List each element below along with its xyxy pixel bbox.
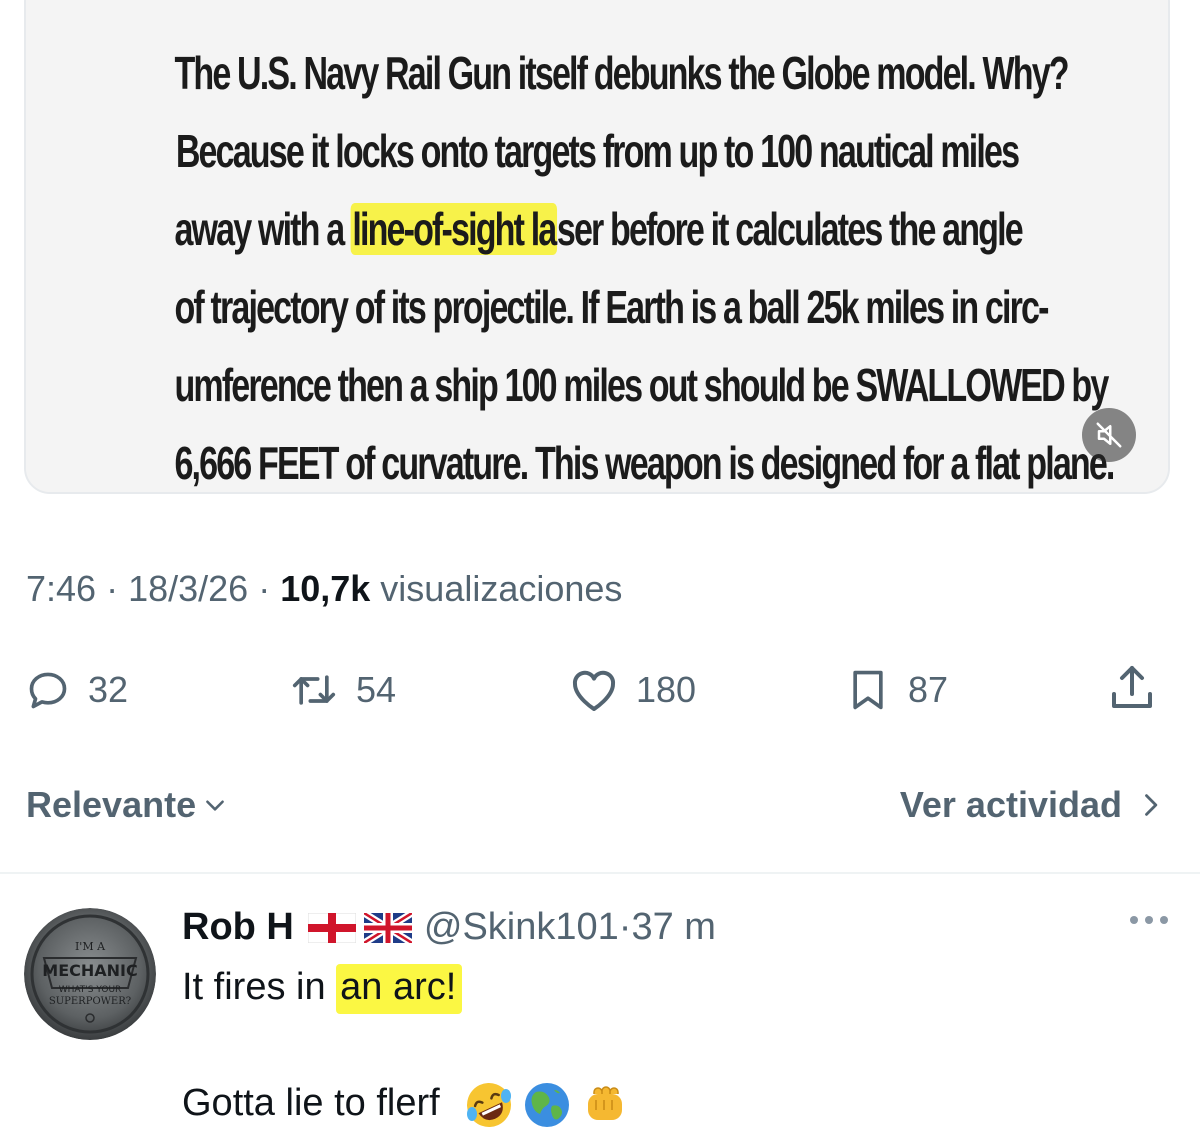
reply-highlight: an arc! <box>336 964 463 1014</box>
share-icon <box>1112 666 1152 708</box>
meme-line-3-after: ser before it calculates the angle <box>556 203 1024 255</box>
meta-separator: · <box>96 568 129 609</box>
mute-button[interactable] <box>1082 408 1136 462</box>
meme-line-1: The U.S. Navy Rail Gun itself debunks th… <box>174 47 1069 99</box>
avatar[interactable]: I'M A MECHANIC WHAT'S YOUR SUPERPOWER? <box>24 908 156 1040</box>
tweet-time[interactable]: 7:46 <box>26 568 96 609</box>
meta-separator: · <box>248 568 281 609</box>
tweet-date[interactable]: 18/3/26 <box>128 568 248 609</box>
repost-icon <box>292 675 336 705</box>
avatar-text-line-3: WHAT'S YOUR <box>59 985 122 995</box>
views-label: visualizaciones <box>370 568 623 609</box>
england-flag-icon <box>307 912 356 943</box>
avatar-text-line-1: I'M A <box>75 940 106 953</box>
repost-button[interactable]: 54 <box>290 662 396 718</box>
view-activity-label: Ver actividad <box>899 784 1122 825</box>
media-image[interactable]: The U.S. Navy Rail Gun itself debunks th… <box>26 0 1168 492</box>
like-button[interactable]: 180 <box>570 662 696 718</box>
reply-separator: · <box>618 906 632 948</box>
meme-line-3-before: away with a <box>174 203 351 255</box>
bookmark-icon <box>853 670 883 710</box>
reply-text-second: Gotta lie to flerf <box>182 1082 440 1125</box>
mechanic-badge-image: I'M A MECHANIC WHAT'S YOUR SUPERPOWER? <box>24 908 156 1040</box>
view-activity-link[interactable]: Ver actividad <box>900 784 1164 826</box>
tweet-meta: 7:46 · 18/3/26 · 10,7k visualizaciones <box>26 568 622 610</box>
reply-time[interactable]: 37 m <box>631 906 715 949</box>
emoji-row <box>464 1080 630 1130</box>
like-count: 180 <box>636 669 697 710</box>
flags <box>307 912 412 943</box>
meme-line-6: 6,666 FEET of curvature. This weapon is … <box>174 437 1115 489</box>
meme-highlight: line-of-sight la <box>350 203 557 255</box>
sort-label: Relevante <box>26 784 197 825</box>
bookmark-count: 87 <box>908 669 949 710</box>
meme-text: The U.S. Navy Rail Gun itself debunks th… <box>174 34 1115 492</box>
reply-author-name[interactable]: Rob H <box>182 906 294 949</box>
avatar-text-line-2: MECHANIC <box>42 961 137 980</box>
reply-icon <box>29 672 67 709</box>
meme-line-4: of trajectory of its projectile. If Eart… <box>174 281 1049 333</box>
bookmark-button[interactable]: 87 <box>846 662 948 718</box>
globe-emoji-icon <box>525 1083 570 1127</box>
reply-author-handle[interactable]: @Skink101 <box>424 906 619 949</box>
repost-count: 54 <box>356 669 397 710</box>
reply-text-before: It fires in <box>182 966 337 1008</box>
reply-count: 32 <box>88 669 129 710</box>
like-icon <box>572 670 616 711</box>
meme-line-2: Because it locks onto targets from up to… <box>175 125 1020 177</box>
uk-flag-icon <box>363 912 412 943</box>
views-count[interactable]: 10,7k <box>280 568 370 609</box>
reply-header: Rob H @Skink101 · 37 m <box>182 906 716 949</box>
reply-text-line-2: Gotta lie to flerf <box>182 1080 630 1130</box>
more-icon <box>1130 916 1168 924</box>
avatar-text-line-4: SUPERPOWER? <box>49 996 131 1007</box>
meme-line-3: away with a line-of-sight laser before i… <box>174 190 1024 268</box>
divider <box>0 872 1200 874</box>
reply-text-line-1: It fires in an arc! <box>182 964 463 1014</box>
reply-button[interactable]: 32 <box>26 662 128 718</box>
meme-line-5: umference then a ship 100 miles out shou… <box>174 359 1109 411</box>
sort-dropdown[interactable]: Relevante <box>26 784 228 826</box>
fist-emoji-icon <box>588 1086 623 1120</box>
rofl-emoji-icon <box>467 1083 512 1127</box>
share-button[interactable] <box>1108 662 1156 719</box>
chevron-down-icon <box>206 800 224 811</box>
chevron-right-icon <box>1145 794 1158 816</box>
more-options-button[interactable] <box>1128 912 1170 933</box>
media-card[interactable]: The U.S. Navy Rail Gun itself debunks th… <box>24 0 1170 494</box>
volume-muted-icon <box>1096 422 1122 448</box>
